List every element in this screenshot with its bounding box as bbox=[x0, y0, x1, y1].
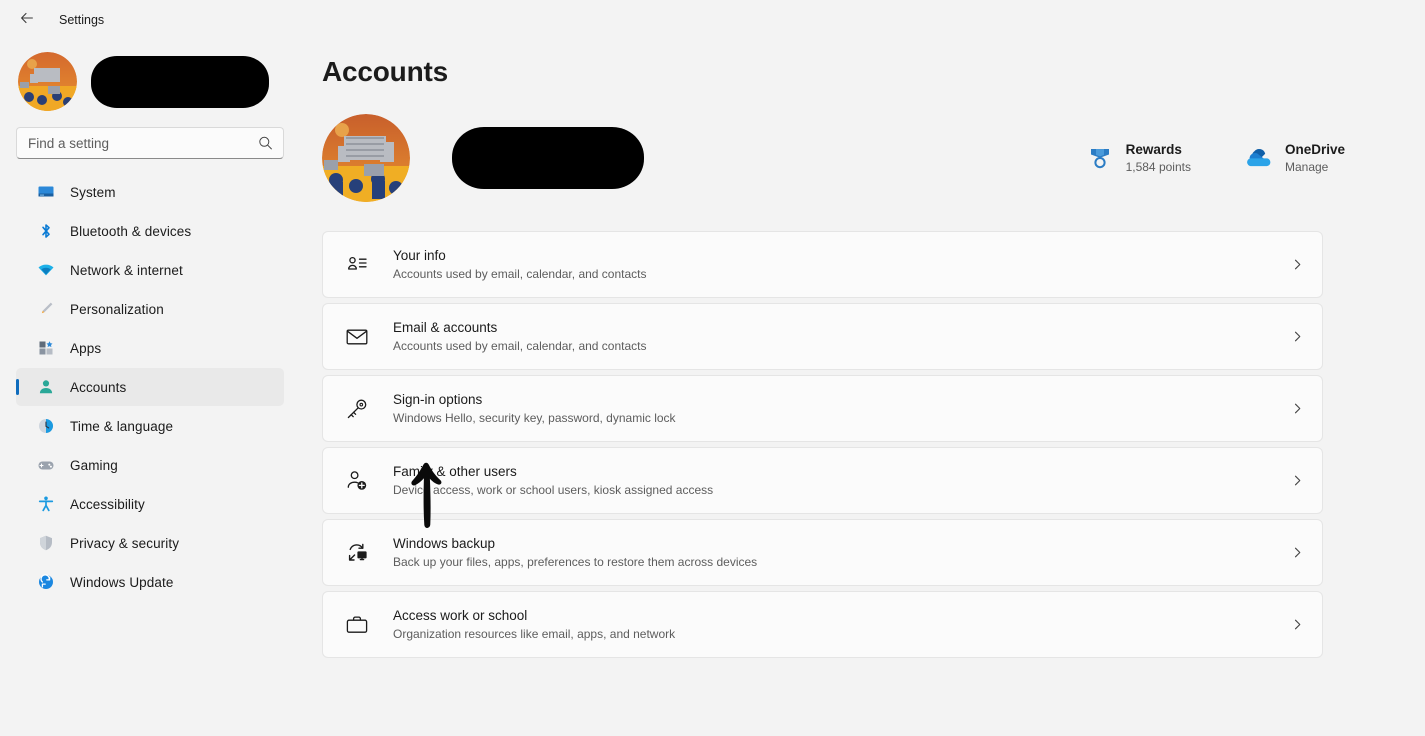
card-subtitle: Device access, work or school users, kio… bbox=[393, 483, 714, 497]
redacted-user-name bbox=[91, 55, 269, 108]
card-title: Sign-in options bbox=[393, 392, 483, 407]
account-header: Rewards 1,584 points OneDrive Manage bbox=[322, 112, 1425, 204]
card-sign-in-options[interactable]: Sign-in options Windows Hello, security … bbox=[322, 375, 1323, 442]
sidebar-item-label: Time & language bbox=[70, 418, 174, 434]
search-container bbox=[16, 127, 284, 159]
sidebar-item-accessibility[interactable]: Accessibility bbox=[16, 485, 284, 523]
apps-icon bbox=[36, 338, 56, 358]
sidebar-item-network-internet[interactable]: Network & internet bbox=[16, 251, 284, 289]
sidebar-item-bluetooth-devices[interactable]: Bluetooth & devices bbox=[16, 212, 284, 250]
briefcase-icon bbox=[343, 611, 371, 639]
main-content: Accounts Rewards 1,584 points OneDrive M… bbox=[300, 40, 1425, 736]
accessibility-icon bbox=[36, 494, 56, 514]
chevron-right-icon bbox=[1291, 402, 1304, 415]
titlebar: Settings bbox=[0, 0, 1425, 40]
back-button[interactable] bbox=[12, 5, 42, 35]
card-title: Your info bbox=[393, 248, 446, 263]
sidebar-item-time-language[interactable]: Time & language bbox=[16, 407, 284, 445]
person-add-icon bbox=[343, 467, 371, 495]
card-text: Family & other users Device access, work… bbox=[393, 463, 713, 498]
card-subtitle: Back up your files, apps, preferences to… bbox=[393, 555, 758, 569]
card-email-accounts[interactable]: Email & accounts Accounts used by email,… bbox=[322, 303, 1323, 370]
chevron-right-icon bbox=[1291, 618, 1304, 631]
widget-subtitle: 1,584 points bbox=[1125, 159, 1191, 174]
sidebar-item-label: Privacy & security bbox=[70, 535, 180, 551]
widget-title: Rewards bbox=[1125, 141, 1182, 157]
card-title: Family & other users bbox=[393, 464, 517, 479]
sidebar-item-windows-update[interactable]: Windows Update bbox=[16, 563, 284, 601]
titlebar-title: Settings bbox=[59, 13, 105, 27]
rewards-widget[interactable]: Rewards 1,584 points bbox=[1085, 141, 1191, 176]
sidebar-item-label: Accessibility bbox=[70, 496, 145, 512]
sidebar-item-apps[interactable]: Apps bbox=[16, 329, 284, 367]
settings-cards-list: Your info Accounts used by email, calend… bbox=[322, 231, 1323, 658]
sidebar-item-label: Network & internet bbox=[70, 262, 183, 278]
chevron-right-icon bbox=[1291, 258, 1304, 271]
card-text: Windows backup Back up your files, apps,… bbox=[393, 535, 757, 570]
sidebar: System Bluetooth & devices Network bbox=[0, 40, 300, 736]
page-title: Accounts bbox=[322, 56, 448, 87]
card-title: Email & accounts bbox=[393, 320, 498, 335]
card-subtitle: Windows Hello, security key, password, d… bbox=[393, 411, 676, 425]
redacted-account-name bbox=[452, 127, 644, 189]
paintbrush-icon bbox=[36, 299, 56, 319]
backup-restore-icon bbox=[343, 539, 371, 567]
sidebar-item-privacy-security[interactable]: Privacy & security bbox=[16, 524, 284, 562]
card-windows-backup[interactable]: Windows backup Back up your files, apps,… bbox=[322, 519, 1323, 586]
sidebar-nav: System Bluetooth & devices Network & int… bbox=[16, 173, 284, 601]
card-subtitle: Accounts used by email, calendar, and co… bbox=[393, 267, 647, 281]
card-title: Access work or school bbox=[393, 608, 528, 623]
sidebar-profile[interactable] bbox=[16, 40, 284, 125]
bluetooth-icon bbox=[36, 221, 56, 241]
card-subtitle: Accounts used by email, calendar, and co… bbox=[393, 339, 647, 353]
clock-icon bbox=[36, 416, 56, 436]
onedrive-widget[interactable]: OneDrive Manage bbox=[1244, 141, 1345, 176]
accounts-person-icon bbox=[36, 377, 56, 397]
card-text: Email & accounts Accounts used by email,… bbox=[393, 319, 646, 354]
widget-subtitle: Manage bbox=[1284, 159, 1329, 174]
card-subtitle: Organization resources like email, apps,… bbox=[393, 627, 676, 641]
update-refresh-icon bbox=[36, 572, 56, 592]
search-input[interactable] bbox=[16, 127, 284, 159]
sidebar-item-label: System bbox=[70, 184, 116, 200]
user-avatar-image bbox=[18, 52, 77, 111]
card-text: Your info Accounts used by email, calend… bbox=[393, 247, 646, 282]
wifi-icon bbox=[36, 260, 56, 280]
sidebar-item-label: Windows Update bbox=[70, 574, 174, 590]
gamepad-icon bbox=[36, 455, 56, 475]
rewards-medal-icon bbox=[1085, 143, 1115, 173]
sidebar-item-label: Apps bbox=[70, 340, 102, 356]
card-text: Access work or school Organization resou… bbox=[393, 607, 675, 642]
user-avatar-image-large bbox=[322, 114, 410, 202]
your-info-icon bbox=[343, 251, 371, 279]
app-shell: System Bluetooth & devices Network bbox=[0, 40, 1425, 736]
shield-icon bbox=[36, 533, 56, 553]
sidebar-item-accounts[interactable]: Accounts bbox=[16, 368, 284, 406]
sidebar-item-personalization[interactable]: Personalization bbox=[16, 290, 284, 328]
sidebar-item-label: Accounts bbox=[70, 379, 127, 395]
chevron-right-icon bbox=[1291, 330, 1304, 343]
header-widgets: Rewards 1,584 points OneDrive Manage bbox=[1085, 141, 1345, 176]
key-icon bbox=[343, 395, 371, 423]
card-text: Sign-in options Windows Hello, security … bbox=[393, 391, 676, 426]
sidebar-item-label: Gaming bbox=[70, 457, 118, 473]
card-title: Windows backup bbox=[393, 536, 496, 551]
envelope-icon bbox=[343, 323, 371, 351]
sidebar-item-gaming[interactable]: Gaming bbox=[16, 446, 284, 484]
card-your-info[interactable]: Your info Accounts used by email, calend… bbox=[322, 231, 1323, 298]
chevron-right-icon bbox=[1291, 546, 1304, 559]
onedrive-cloud-icon bbox=[1244, 143, 1274, 173]
widget-title: OneDrive bbox=[1284, 141, 1345, 157]
sidebar-item-system[interactable]: System bbox=[16, 173, 284, 211]
system-icon bbox=[36, 182, 56, 202]
arrow-left-icon bbox=[19, 10, 35, 31]
sidebar-item-label: Personalization bbox=[70, 301, 164, 317]
card-family-other-users[interactable]: Family & other users Device access, work… bbox=[322, 447, 1323, 514]
sidebar-item-label: Bluetooth & devices bbox=[70, 223, 192, 239]
card-access-work-or-school[interactable]: Access work or school Organization resou… bbox=[322, 591, 1323, 658]
chevron-right-icon bbox=[1291, 474, 1304, 487]
